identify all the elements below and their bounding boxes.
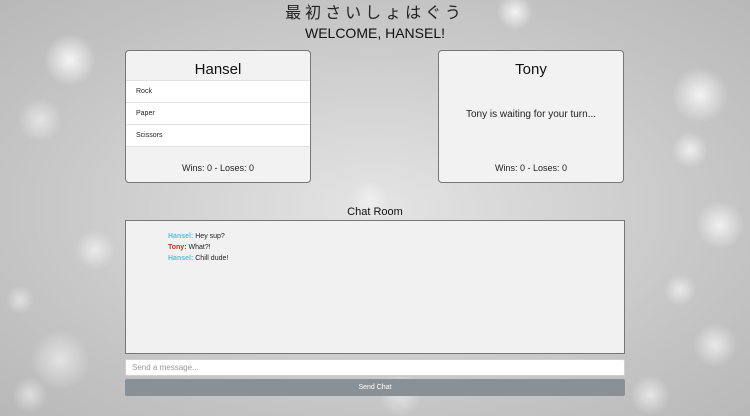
- player-score: Wins: 0 - Loses: 0: [181, 163, 255, 173]
- player-panel: Hansel Rock Paper Scissors Wins: 0 - Los…: [125, 50, 311, 183]
- chat-message: Hansel: Chill dude!: [126, 253, 624, 264]
- page-title: 最初さいしょはぐう: [285, 3, 465, 22]
- choice-scissors[interactable]: Scissors: [126, 124, 310, 147]
- chat-room-title: Chat Room: [347, 206, 403, 218]
- chat-text: What?!: [188, 244, 211, 251]
- chat-sender: Hansel:: [168, 255, 194, 262]
- opponent-score: Wins: 0 - Loses: 0: [494, 163, 568, 173]
- chat-log[interactable]: Hansel: Hey sup? Tony: What?! Hansel: Ch…: [125, 220, 625, 354]
- send-chat-button[interactable]: Send Chat: [125, 379, 625, 396]
- player-name: Hansel: [194, 61, 242, 78]
- opponent-status: Tony is waiting for your turn...: [465, 109, 597, 120]
- welcome-message: WELCOME, HANSEL!: [304, 25, 446, 41]
- message-input[interactable]: [125, 359, 625, 376]
- choice-paper[interactable]: Paper: [126, 102, 310, 124]
- page-header: 最初さいしょはぐう WELCOME, HANSEL!: [0, 4, 750, 42]
- chat-text: Chill dude!: [195, 255, 229, 262]
- chat-message: Tony: What?!: [126, 242, 624, 253]
- chat-message: Hansel: Hey sup?: [126, 231, 624, 242]
- choice-rock[interactable]: Rock: [126, 80, 310, 102]
- opponent-name: Tony: [515, 61, 547, 78]
- chat-text: Hey sup?: [195, 233, 225, 240]
- chat-sender: Hansel:: [168, 233, 194, 240]
- chat-sender: Tony:: [168, 244, 187, 251]
- opponent-panel: Tony Tony is waiting for your turn... Wi…: [438, 50, 624, 183]
- choice-list: Rock Paper Scissors: [126, 80, 310, 147]
